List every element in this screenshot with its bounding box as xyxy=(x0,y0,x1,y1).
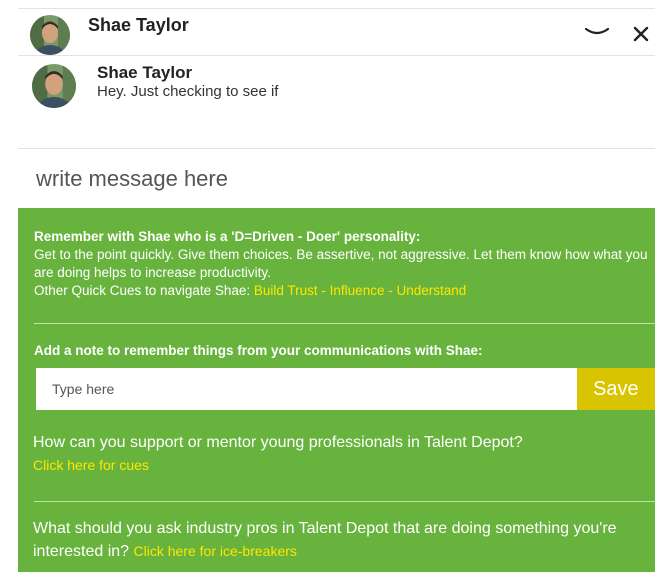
chat-panel: Shae Taylor Shae Taylor Hey. Just checki… xyxy=(18,0,655,572)
header-contact-name: Shae Taylor xyxy=(88,15,189,35)
industry-question: What should you ask industry pros in Tal… xyxy=(33,518,649,563)
quick-cues-links[interactable]: Build Trust - Influence - Understand xyxy=(254,283,466,298)
divider xyxy=(34,323,655,324)
header-avatar xyxy=(30,15,70,55)
quick-cues-label: Other Quick Cues to navigate Shae: xyxy=(34,283,251,298)
message-compose-input[interactable] xyxy=(18,150,655,207)
industry-question-text: What should you ask industry pros in Tal… xyxy=(33,520,617,560)
coaching-panel: Remember with Shae who is a 'D=Driven - … xyxy=(18,208,655,572)
quick-cues-line: Other Quick Cues to navigate Shae: Build… xyxy=(34,282,649,300)
divider xyxy=(34,501,655,502)
mentor-question: How can you support or mentor young prof… xyxy=(33,432,649,476)
close-button[interactable] xyxy=(626,17,655,47)
mentor-question-text: How can you support or mentor young prof… xyxy=(33,434,523,451)
message-sender: Shae Taylor xyxy=(97,63,193,82)
personality-tips: Remember with Shae who is a 'D=Driven - … xyxy=(34,228,649,300)
note-label: Add a note to remember things from your … xyxy=(34,343,483,358)
message-avatar xyxy=(32,64,76,108)
ice-breakers-link[interactable]: Click here for ice-breakers xyxy=(134,543,297,559)
minimize-button[interactable] xyxy=(582,17,612,47)
chat-header: Shae Taylor xyxy=(18,8,655,56)
save-note-button[interactable]: Save xyxy=(577,368,655,410)
personality-advice: Get to the point quickly. Give them choi… xyxy=(34,247,648,280)
note-input[interactable] xyxy=(36,368,577,410)
message-preview: Hey. Just checking to see if xyxy=(97,83,279,100)
chevron-down-icon xyxy=(584,27,610,35)
mentor-cues-link[interactable]: Click here for cues xyxy=(33,454,649,476)
message-item: Shae Taylor Hey. Just checking to see if xyxy=(18,56,655,149)
personality-title: Remember with Shae who is a 'D=Driven - … xyxy=(34,229,421,244)
close-icon xyxy=(633,26,649,42)
